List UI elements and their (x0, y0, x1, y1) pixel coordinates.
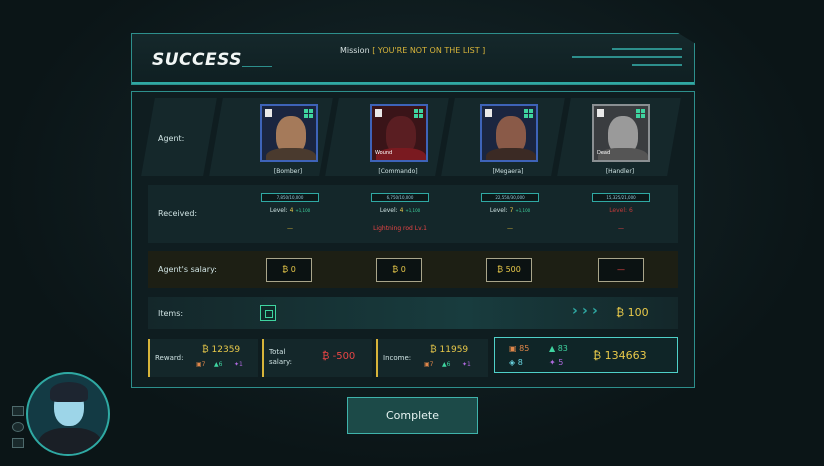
chevron-right-icon: › (572, 303, 578, 319)
chevron-right-icon: › (582, 303, 588, 319)
chevron-right-icon: › (592, 303, 598, 319)
player-avatar[interactable] (26, 372, 110, 456)
header-stripe (612, 48, 682, 50)
agent-label: Agent: (158, 134, 185, 143)
reward-money: ₿ 12359 (202, 345, 241, 355)
total-salary-label: Total salary: (269, 348, 293, 366)
income-box: Income: ₿ 11959 ▣7 ▲6 ✦1 (376, 339, 488, 377)
avatar-hair (50, 382, 88, 402)
chat-icon[interactable] (12, 406, 24, 416)
agent-level: Level: 7 +1,100 (489, 207, 531, 214)
total-salary-box: Total salary: ₿ -500 (262, 339, 372, 377)
card-tag-icon (265, 109, 272, 117)
agent-level: Level: 4 +1,100 (379, 207, 421, 214)
item-chip-icon[interactable] (260, 305, 276, 321)
agent-card-handler[interactable]: Dead (592, 104, 650, 162)
received-extra: — (507, 225, 513, 232)
total-salary-value: ₿ -500 (322, 351, 356, 362)
received-label: Received: (158, 209, 198, 218)
received-extra: Lightning rod Lv.1 (373, 225, 427, 232)
header-stripe (632, 64, 682, 66)
reward-res-purple: ✦1 (234, 361, 243, 368)
salary-value: ₿ 0 (266, 258, 312, 282)
income-res-purple: ✦1 (462, 361, 471, 368)
salary-value: — (598, 258, 644, 282)
rank-badge-icon (304, 109, 313, 118)
income-label: Income: (383, 354, 412, 362)
xp-bar: 7,850/10,000 (261, 193, 319, 202)
salary-value: ₿ 500 (486, 258, 532, 282)
card-tag-icon (597, 109, 604, 117)
mission-info: Mission [ YOU'RE NOT ON THE LIST ] (340, 46, 485, 55)
reward-res-green: ▲6 (214, 361, 223, 368)
income-res-orange: ▣7 (424, 361, 434, 368)
avatar-body (38, 428, 102, 454)
gear-icon[interactable] (12, 422, 24, 432)
agent-name: [Bomber] (273, 168, 303, 175)
complete-button[interactable]: Complete (347, 397, 478, 434)
portrait-body (486, 148, 536, 160)
items-row: Items: › › › ₿ 100 (148, 297, 678, 329)
rank-badge-icon (636, 109, 645, 118)
agent-level: Level: 4 +1,100 (269, 207, 311, 214)
header-stripe (572, 56, 682, 58)
xp-bar: 22,550/30,000 (481, 193, 539, 202)
result-panel: Agent: [Bomber] Wound [Commando] [Megaer… (131, 91, 695, 388)
items-label: Items: (158, 309, 184, 318)
card-tag-icon (375, 109, 382, 117)
agent-card-commando[interactable]: Wound (370, 104, 428, 162)
salary-value: ₿ 0 (376, 258, 422, 282)
total-money: ₿ 134663 (593, 349, 647, 362)
rank-badge-icon (414, 109, 423, 118)
agent-card-bomber[interactable] (260, 104, 318, 162)
total-res-purple: ✦ 5 (549, 358, 564, 367)
title-underline (242, 66, 272, 67)
document-icon[interactable] (12, 438, 24, 448)
portrait-body (266, 148, 316, 160)
xp-bar: 6,750/10,000 (371, 193, 429, 202)
reward-res-orange: ▣7 (196, 361, 206, 368)
agent-card-megaera[interactable] (480, 104, 538, 162)
result-title: SUCCESS (152, 50, 242, 70)
agent-status: Wound (375, 150, 393, 156)
totals-box: ▣ 85 ▲ 83 ◈ 8 ✦ 5 ₿ 134663 (494, 337, 678, 373)
income-money: ₿ 11959 (430, 345, 469, 355)
agent-name: [Handler] (605, 168, 635, 175)
salary-row: Agent's salary: ₿ 0 ₿ 0 ₿ 500 — (148, 251, 678, 288)
agent-name: [Commando] (378, 168, 418, 175)
result-header: SUCCESS Mission [ YOU'RE NOT ON THE LIST… (131, 33, 695, 85)
rank-badge-icon (524, 109, 533, 118)
items-money: ₿ 100 (616, 306, 649, 319)
card-tag-icon (485, 109, 492, 117)
mission-name: [ YOU'RE NOT ON THE LIST ] (372, 46, 486, 55)
income-res-green: ▲6 (442, 361, 451, 368)
salary-label: Agent's salary: (158, 265, 217, 274)
agent-level: Level: 6 (609, 207, 633, 214)
reward-label: Reward: (155, 354, 184, 362)
received-extra: — (618, 225, 624, 232)
summary-row: Reward: ₿ 12359 ▣7 ▲6 ✦1 Total salary: ₿… (148, 337, 678, 377)
agent-name: [Megaera] (492, 168, 524, 175)
agent-row: Agent: [Bomber] Wound [Commando] [Megaer… (141, 98, 681, 176)
agent-status: Dead (597, 150, 611, 156)
xp-bar: 15,325/21,000 (592, 193, 650, 202)
total-res-teal: ◈ 8 (509, 358, 523, 367)
mission-label: Mission (340, 46, 370, 55)
received-extra: — (287, 225, 293, 232)
total-res-green: ▲ 83 (549, 344, 568, 353)
received-row: Received: 7,850/10,000 Level: 4 +1,100 —… (148, 185, 678, 243)
total-res-orange: ▣ 85 (509, 344, 530, 353)
reward-box: Reward: ₿ 12359 ▣7 ▲6 ✦1 (148, 339, 258, 377)
